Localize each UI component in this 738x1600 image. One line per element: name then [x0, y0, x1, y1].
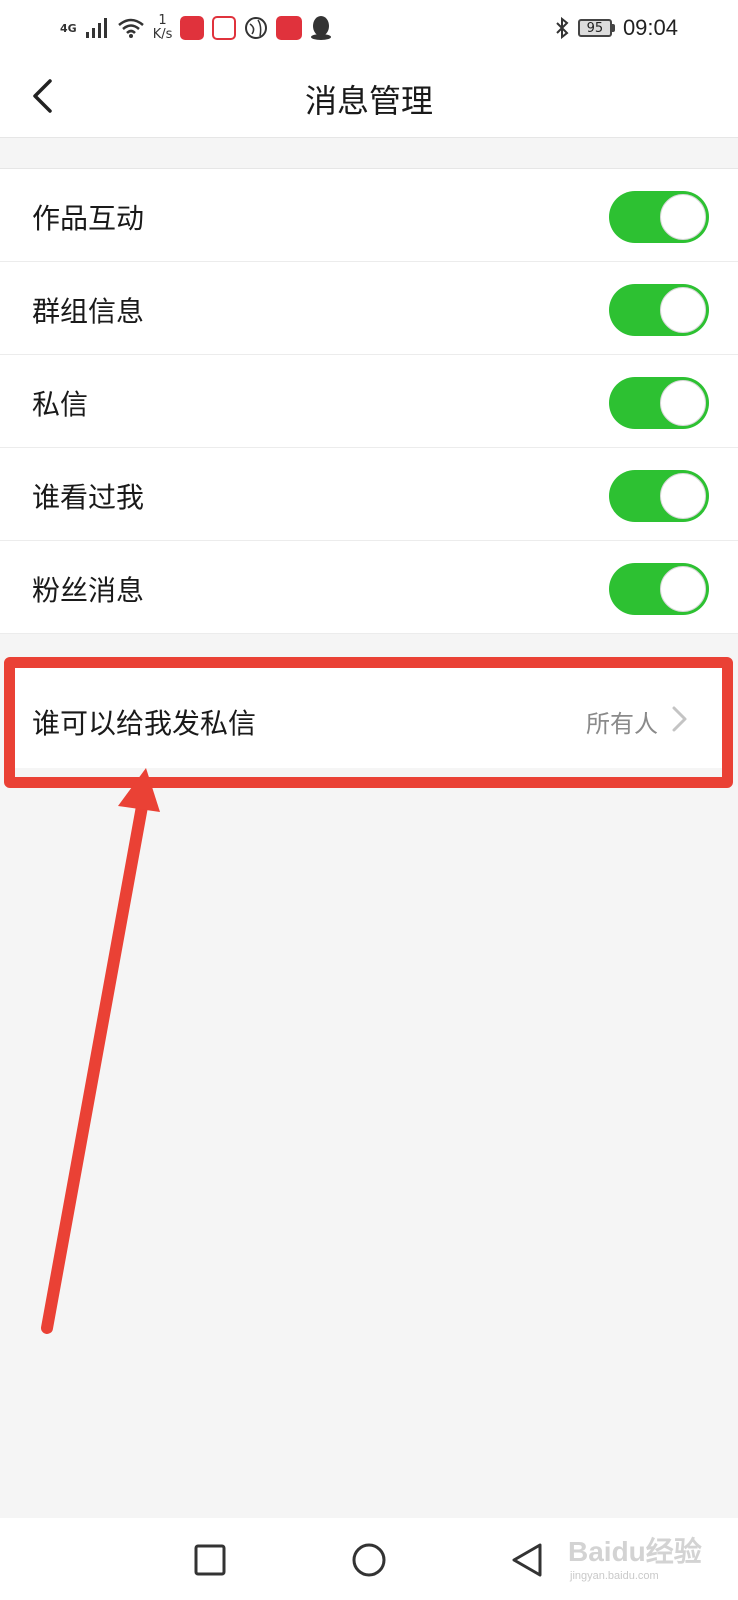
wifi-icon	[117, 18, 144, 38]
qq-icon	[311, 16, 332, 40]
battery-indicator: 95	[577, 19, 615, 37]
toggle-knob	[660, 473, 706, 519]
toggle-knob	[660, 380, 706, 426]
recent-apps-button[interactable]	[186, 1536, 234, 1584]
setting-label: 粉丝消息	[32, 574, 145, 607]
setting-label: 私信	[32, 388, 89, 421]
setting-row-private-message: 私信	[0, 355, 738, 448]
toggle-knob	[660, 566, 706, 612]
header: 消息管理	[0, 56, 738, 138]
home-button[interactable]	[345, 1536, 393, 1584]
work-interaction-toggle[interactable]	[609, 191, 709, 243]
page-title: 消息管理	[304, 82, 433, 120]
status-bar: 4G 1 K/s 95 09:04	[0, 0, 738, 56]
setting-label: 群组信息	[32, 295, 145, 328]
book-app-icon	[180, 16, 205, 40]
network-speed: 1 K/s	[153, 14, 173, 42]
speed-value: 1	[158, 13, 167, 28]
back-triangle-icon	[512, 1543, 542, 1577]
bluetooth-icon	[556, 16, 569, 40]
notification-settings-list: 作品互动 群组信息 私信 谁看过我 粉丝消息	[0, 168, 738, 634]
setting-label: 谁看过我	[32, 481, 145, 514]
battery-level: 95	[577, 19, 612, 37]
setting-row-group-info: 群组信息	[0, 262, 738, 355]
setting-label: 作品互动	[32, 202, 145, 235]
setting-row-who-viewed-me: 谁看过我	[0, 448, 738, 541]
who-viewed-me-toggle[interactable]	[609, 470, 709, 522]
signal-icon	[85, 18, 107, 38]
nav-back-button[interactable]	[503, 1536, 551, 1584]
baidu-watermark: Baidu经验 jingyan.baidu.com	[560, 1528, 720, 1588]
status-right: 95 09:04	[554, 12, 678, 44]
setting-row-work-interaction: 作品互动	[0, 169, 738, 262]
globe-icon	[245, 17, 268, 39]
setting-row-fan-messages: 粉丝消息	[0, 541, 738, 634]
annotation-highlight-box	[4, 657, 733, 788]
watermark-main: Baidu经验	[568, 1536, 702, 1567]
group-info-toggle[interactable]	[609, 284, 709, 336]
watermark-sub: jingyan.baidu.com	[570, 1570, 659, 1582]
clock: 09:04	[622, 15, 678, 40]
video-app-icon	[212, 16, 237, 40]
recent-apps-icon	[194, 1544, 226, 1576]
speed-unit: K/s	[152, 27, 173, 42]
private-message-toggle[interactable]	[609, 377, 709, 429]
status-left: 4G 1 K/s	[60, 10, 332, 46]
news-app-icon	[276, 16, 303, 40]
toggle-knob	[660, 287, 706, 333]
toggle-knob	[660, 194, 706, 240]
home-icon	[352, 1543, 386, 1577]
fan-messages-toggle[interactable]	[609, 563, 709, 615]
network-type: 4G	[60, 21, 77, 35]
